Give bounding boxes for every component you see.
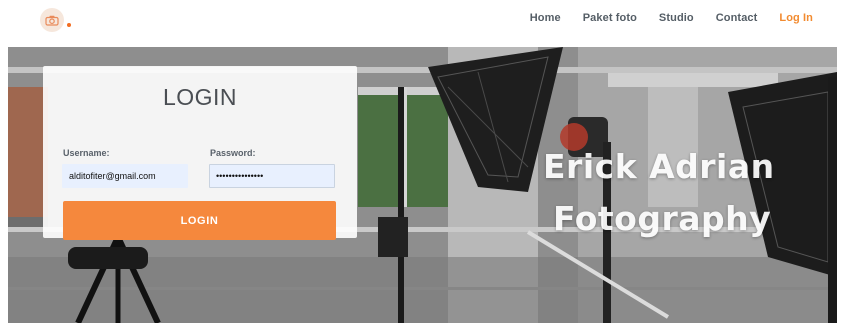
- login-heading: LOGIN: [162, 84, 238, 110]
- nav-link-studio[interactable]: Studio: [659, 12, 694, 24]
- hero-banner: Erick Adrian Fotography LOGIN Username: …: [8, 47, 837, 323]
- logo-dot: [67, 23, 71, 27]
- password-input[interactable]: [209, 164, 335, 188]
- login-card: LOGIN Username: Password: LOGIN: [43, 66, 357, 240]
- nav-link-log-in[interactable]: Log In: [779, 12, 813, 24]
- username-input[interactable]: [62, 164, 188, 188]
- password-label: Password:: [210, 148, 256, 158]
- hero-title-line1: Erick Adrian: [543, 147, 775, 186]
- camera-logo-icon: [45, 15, 59, 26]
- username-label: Username:: [63, 148, 110, 158]
- nav-link-contact[interactable]: Contact: [716, 12, 758, 24]
- nav-link-home[interactable]: Home: [530, 12, 561, 24]
- nav-link-paket-foto[interactable]: Paket foto: [583, 12, 637, 24]
- top-navbar: Home Paket foto Studio Contact Log In: [0, 0, 843, 40]
- logo[interactable]: [40, 8, 64, 32]
- hero-title-line2: Fotography: [553, 199, 772, 238]
- login-button[interactable]: LOGIN: [63, 201, 336, 240]
- nav-links: Home Paket foto Studio Contact Log In: [530, 12, 813, 24]
